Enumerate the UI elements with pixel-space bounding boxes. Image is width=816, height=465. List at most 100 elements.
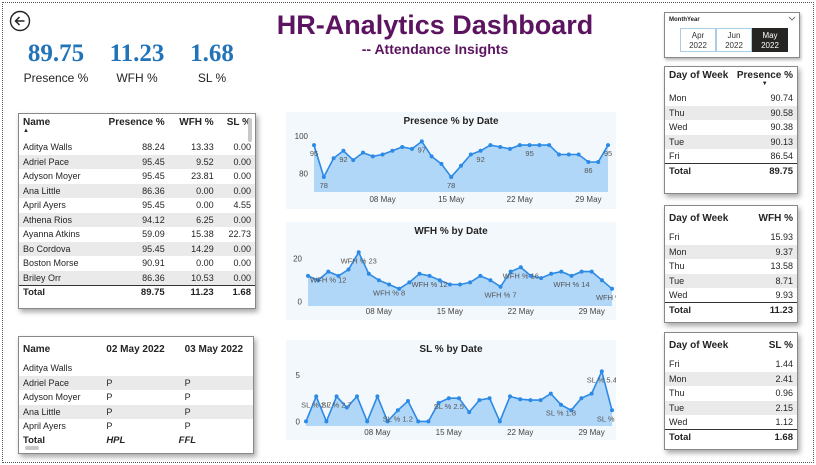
table-row[interactable]: Ana Little 86.36 0.00 0.00 (19, 183, 255, 198)
kpi-value: 11.23 (109, 40, 165, 67)
data-point (426, 419, 431, 424)
sl-line-chart: 05SL % 2.7SL % 2.7SL % 1.2SL % 2.5SL % 1… (296, 369, 616, 437)
table-row[interactable]: Mon 90.74 (665, 91, 797, 106)
column-header-wfh[interactable]: WFH % (169, 114, 218, 140)
data-point (370, 154, 375, 159)
table-row[interactable]: Bo Cordova 95.45 14.29 0.00 (19, 241, 255, 256)
back-arrow-icon[interactable] (9, 10, 31, 32)
table-row[interactable]: Ana Little P P (19, 404, 253, 419)
table-row[interactable]: Wed 1.12 (665, 415, 797, 430)
table-total-row: Total 11.23 (665, 302, 797, 317)
data-point (498, 284, 503, 289)
column-header-name[interactable]: Name (19, 337, 96, 361)
cell-name: Ana Little (19, 183, 95, 198)
table-row[interactable]: April Ayers P P (19, 419, 253, 434)
cell-name: Bo Cordova (19, 241, 95, 256)
total-label: Total (665, 302, 746, 317)
slicer-option-jun[interactable]: Jun 2022 (716, 28, 752, 52)
y-tick-label: 80 (299, 169, 308, 178)
data-point (439, 161, 444, 166)
table-row[interactable]: Adyson Moyer P P (19, 390, 253, 405)
cell-sl: 0.00 (217, 212, 255, 227)
table-row[interactable]: Thu 0.96 (665, 386, 797, 401)
table-row[interactable]: Adyson Moyer 95.45 23.81 0.00 (19, 169, 255, 184)
column-header-date-1[interactable]: 02 May 2022 (96, 337, 174, 361)
slicer-month: May (762, 31, 778, 40)
data-point (488, 278, 493, 283)
column-header-sl[interactable]: SL % (754, 333, 797, 357)
data-point (314, 394, 319, 399)
cell-day: Thu (669, 261, 685, 272)
slicer-option-apr[interactable]: Apr 2022 (680, 28, 716, 52)
table-row[interactable]: Fri 86.54 (665, 149, 797, 164)
cell-presence: 95.45 (142, 200, 165, 211)
table-row[interactable]: Aditya Walls (19, 361, 253, 376)
data-point (321, 175, 326, 179)
table-row[interactable]: Tue 2.15 (665, 400, 797, 415)
cell-wfh: 13.33 (191, 142, 214, 153)
data-label: SL % 2.7 (322, 400, 352, 409)
slicer-option-may[interactable]: May 2022 (752, 28, 788, 52)
table-row[interactable]: Wed 9.93 (665, 288, 797, 303)
cell-wfh: 10.53 (168, 270, 218, 285)
table-scrollbar[interactable] (248, 118, 252, 142)
cell-sl: 0.00 (217, 154, 255, 169)
table-row[interactable]: Thu 90.58 (665, 105, 797, 120)
table-row[interactable]: Briley Orr 86.36 10.53 0.00 (19, 270, 255, 285)
data-point (487, 396, 492, 401)
dow-presence-table: Day of Week Presence % Mon90.74Thu90.58W… (664, 66, 798, 194)
data-point (559, 402, 563, 407)
data-label: 92 (339, 155, 347, 164)
data-point (446, 396, 451, 401)
column-header-wfh[interactable]: WFH % (746, 206, 797, 230)
total-label: Total (665, 163, 733, 178)
table-row[interactable]: Fri 1.44 (665, 357, 797, 372)
table-row[interactable]: Fri 15.93 (665, 230, 797, 245)
horizontal-scrollbar[interactable] (25, 446, 39, 450)
table-row[interactable]: Tue 90.13 (665, 134, 797, 149)
table-row[interactable]: Wed 90.38 (665, 120, 797, 135)
cell-wfh: 15.93 (770, 232, 793, 243)
y-tick-label: 0 (298, 298, 303, 307)
table-row[interactable]: April Ayers 95.45 0.00 4.55 (19, 198, 255, 213)
column-header-name[interactable]: Name (19, 114, 95, 140)
table-row[interactable]: Tue 8.71 (665, 273, 797, 288)
cell-presence: 95.45 (94, 241, 169, 256)
cell-date-1 (96, 361, 174, 376)
cell-day: Mon (665, 371, 755, 386)
column-header-day[interactable]: Day of Week (665, 206, 746, 230)
column-header-presence[interactable]: Presence % (733, 67, 797, 91)
data-point (467, 410, 472, 415)
table-row[interactable]: Adriel Pace P P (19, 375, 253, 390)
data-point (429, 154, 434, 159)
x-tick-label: 08 May (366, 307, 392, 316)
data-point (548, 391, 553, 396)
data-point (537, 143, 542, 148)
table-row[interactable]: Thu 13.58 (665, 259, 797, 274)
data-point (610, 408, 614, 413)
cell-name: Ayanna Atkins (23, 229, 80, 240)
column-header-day[interactable]: Day of Week (665, 333, 754, 357)
x-tick-label: 15 May (437, 307, 463, 316)
table-row[interactable]: Ayanna Atkins 59.09 15.38 22.73 (19, 227, 255, 242)
table-row[interactable]: Athena Rios 94.12 6.25 0.00 (19, 212, 255, 227)
cell-day: Mon (665, 244, 746, 259)
column-header-presence[interactable]: Presence % (95, 114, 169, 140)
table-row[interactable]: Mon 2.41 (665, 371, 797, 386)
cell-wfh: 9.37 (745, 244, 797, 259)
cell-sl: 0.00 (233, 171, 251, 182)
data-point (579, 396, 584, 401)
data-point (449, 175, 454, 179)
table-row[interactable]: Aditya Walls 88.24 13.33 0.00 (19, 140, 255, 155)
table-row[interactable]: Mon 9.37 (665, 244, 797, 259)
cell-presence: 90.91 (142, 258, 165, 269)
column-header-day[interactable]: Day of Week (665, 67, 733, 91)
table-row[interactable]: Boston Morse 90.91 0.00 0.00 (19, 256, 255, 271)
column-header-date-2[interactable]: 03 May 2022 (175, 337, 253, 361)
data-point (610, 286, 614, 291)
cell-sl: 2.15 (754, 400, 797, 415)
cell-day: Fri (669, 232, 680, 243)
table-row[interactable]: Adriel Pace 95.45 9.52 0.00 (19, 154, 255, 169)
data-label: 95 (310, 149, 318, 158)
chevron-down-icon[interactable] (788, 16, 796, 22)
